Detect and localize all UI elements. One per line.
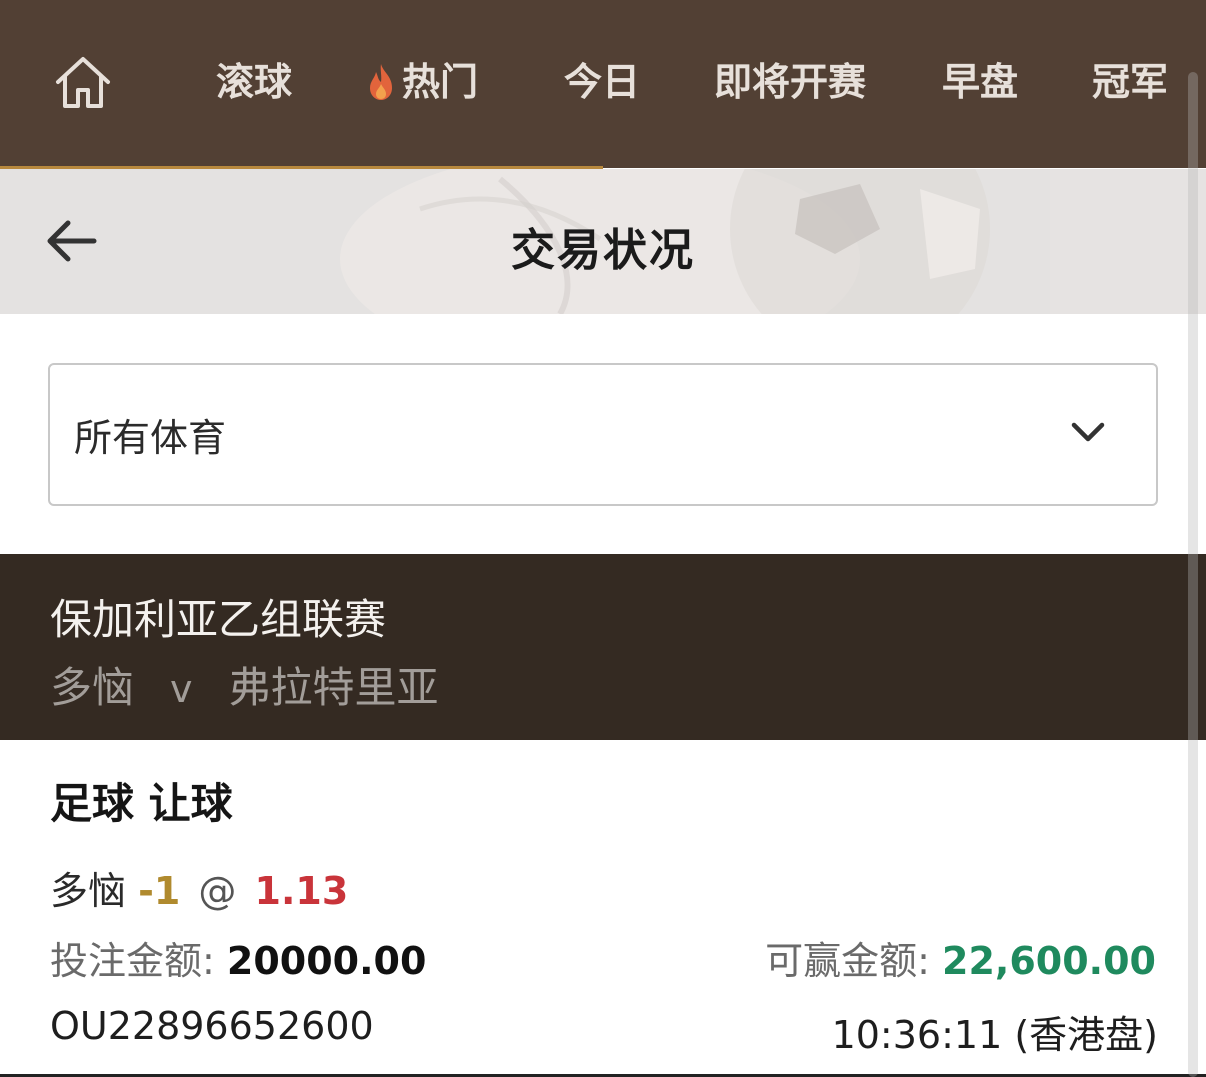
nav-item-hot-label: 热门 [402, 60, 479, 104]
match-teams: 多恼 v 弗拉特里亚 [50, 654, 439, 715]
potential-win-row: 可赢金额: 22,600.00 [765, 930, 1156, 985]
nav-item-outright[interactable]: 冠军 [1092, 56, 1168, 108]
versus-label: v [170, 667, 193, 711]
stake-label: 投注金额: [50, 939, 215, 983]
top-nav: 滚球 热门 今日 即将开赛 早盘 冠军 [0, 0, 1206, 169]
nav-item-live[interactable]: 滚球 [216, 56, 292, 108]
home-icon[interactable] [52, 54, 114, 112]
home-team: 多恼 [50, 663, 135, 712]
at-symbol: @ [198, 869, 237, 913]
page-header: 交易状况 [0, 169, 1206, 314]
sport-filter-select[interactable]: 所有体育 [48, 363, 1158, 506]
stake-row: 投注金额: 20000.00 [50, 930, 426, 985]
bet-selection: 多恼 -1 @ 1.13 [50, 860, 348, 915]
away-team: 弗拉特里亚 [228, 663, 439, 712]
potential-win-label: 可赢金额: [765, 939, 930, 983]
stake-amount: 20000.00 [226, 939, 427, 983]
fire-icon [366, 62, 396, 102]
nav-item-hot[interactable]: 热门 [366, 56, 478, 108]
handicap-value: -1 [138, 869, 181, 913]
nav-item-early[interactable]: 早盘 [942, 56, 1018, 108]
odds-format: (香港盘) [1014, 1013, 1158, 1057]
potential-win-amount: 22,600.00 [942, 939, 1156, 983]
league-name: 保加利亚乙组联赛 [50, 595, 387, 644]
league-header: 保加利亚乙组联赛 多恼 v 弗拉特里亚 [0, 554, 1206, 740]
sport-filter-value: 所有体育 [74, 416, 227, 460]
bet-time: 10:36:11 (香港盘) [832, 1004, 1158, 1059]
selection-team: 多恼 [50, 869, 127, 913]
odds-value: 1.13 [254, 869, 349, 913]
scrollbar[interactable] [1188, 72, 1198, 1077]
bet-type: 足球 让球 [50, 779, 233, 828]
nav-item-upcoming[interactable]: 即将开赛 [714, 56, 866, 108]
page: 滚球 热门 今日 即将开赛 早盘 冠军 交易状况 所有体育 保加利亚乙组联赛 多… [0, 0, 1206, 1077]
chevron-down-icon [1071, 422, 1105, 442]
nav-item-today[interactable]: 今日 [564, 56, 640, 108]
page-title: 交易状况 [511, 225, 695, 276]
ticket-id: OU22896652600 [50, 1004, 374, 1048]
bet-timestamp: 10:36:11 [831, 1013, 1003, 1057]
